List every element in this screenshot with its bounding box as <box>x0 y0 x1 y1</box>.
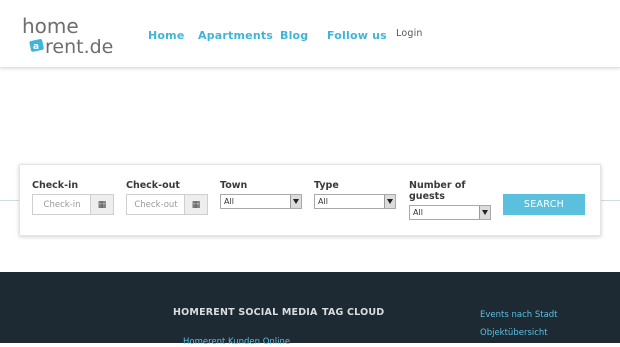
guests-selected-value: All <box>413 208 423 217</box>
town-label: Town <box>220 180 248 191</box>
chevron-down-icon[interactable] <box>290 195 301 208</box>
checkout-field[interactable]: Check-out ▦ <box>126 194 208 215</box>
town-selected-value: All <box>224 197 234 206</box>
chevron-down-icon[interactable] <box>479 206 490 219</box>
guests-label-line2: guests <box>409 191 445 202</box>
footer-social-title: HOMERENT SOCIAL MEDIA <box>173 307 318 318</box>
calendar-icon[interactable]: ▦ <box>184 195 207 214</box>
guests-label-line1: Number of <box>409 180 466 191</box>
checkout-label: Check-out <box>126 180 180 191</box>
guests-label: Number of guests <box>409 180 466 202</box>
nav-follow-us-link[interactable]: Follow us <box>327 29 387 42</box>
homerent-logo[interactable]: home a rent.de <box>22 14 130 58</box>
town-select[interactable]: All <box>220 194 302 209</box>
checkin-field[interactable]: Check-in ▦ <box>32 194 114 215</box>
site-header: home a rent.de Home Apartments Blog Foll… <box>0 0 620 68</box>
footer-link-objects[interactable]: Objektübersicht <box>480 328 548 338</box>
site-footer: HOMERENT SOCIAL MEDIA TAG CLOUD Homerent… <box>0 272 620 347</box>
login-link[interactable]: Login <box>396 28 423 39</box>
guests-select[interactable]: All <box>409 205 491 220</box>
nav-blog-link[interactable]: Blog <box>280 29 308 42</box>
search-button[interactable]: SEARCH <box>503 194 585 215</box>
footer-social-link[interactable]: Homerent Kunden Online <box>183 337 290 347</box>
nav-apartments-link[interactable]: Apartments <box>198 29 273 42</box>
calendar-icon[interactable]: ▦ <box>90 195 113 214</box>
checkin-placeholder: Check-in <box>43 200 81 210</box>
footer-link-events[interactable]: Events nach Stadt <box>480 310 558 320</box>
checkin-label: Check-in <box>32 180 79 191</box>
footer-tagcloud-title: TAG CLOUD <box>322 307 385 318</box>
search-panel: Check-in Check-in ▦ Check-out Check-out … <box>19 164 601 236</box>
logo-badge: a <box>33 42 39 52</box>
checkout-placeholder: Check-out <box>134 200 178 210</box>
chevron-down-icon[interactable] <box>384 195 395 208</box>
type-selected-value: All <box>318 197 328 206</box>
type-label: Type <box>314 180 339 191</box>
logo-text-home: home <box>22 14 79 38</box>
nav-home-link[interactable]: Home <box>148 29 185 42</box>
logo-text-rent: rent.de <box>45 36 113 58</box>
type-select[interactable]: All <box>314 194 396 209</box>
